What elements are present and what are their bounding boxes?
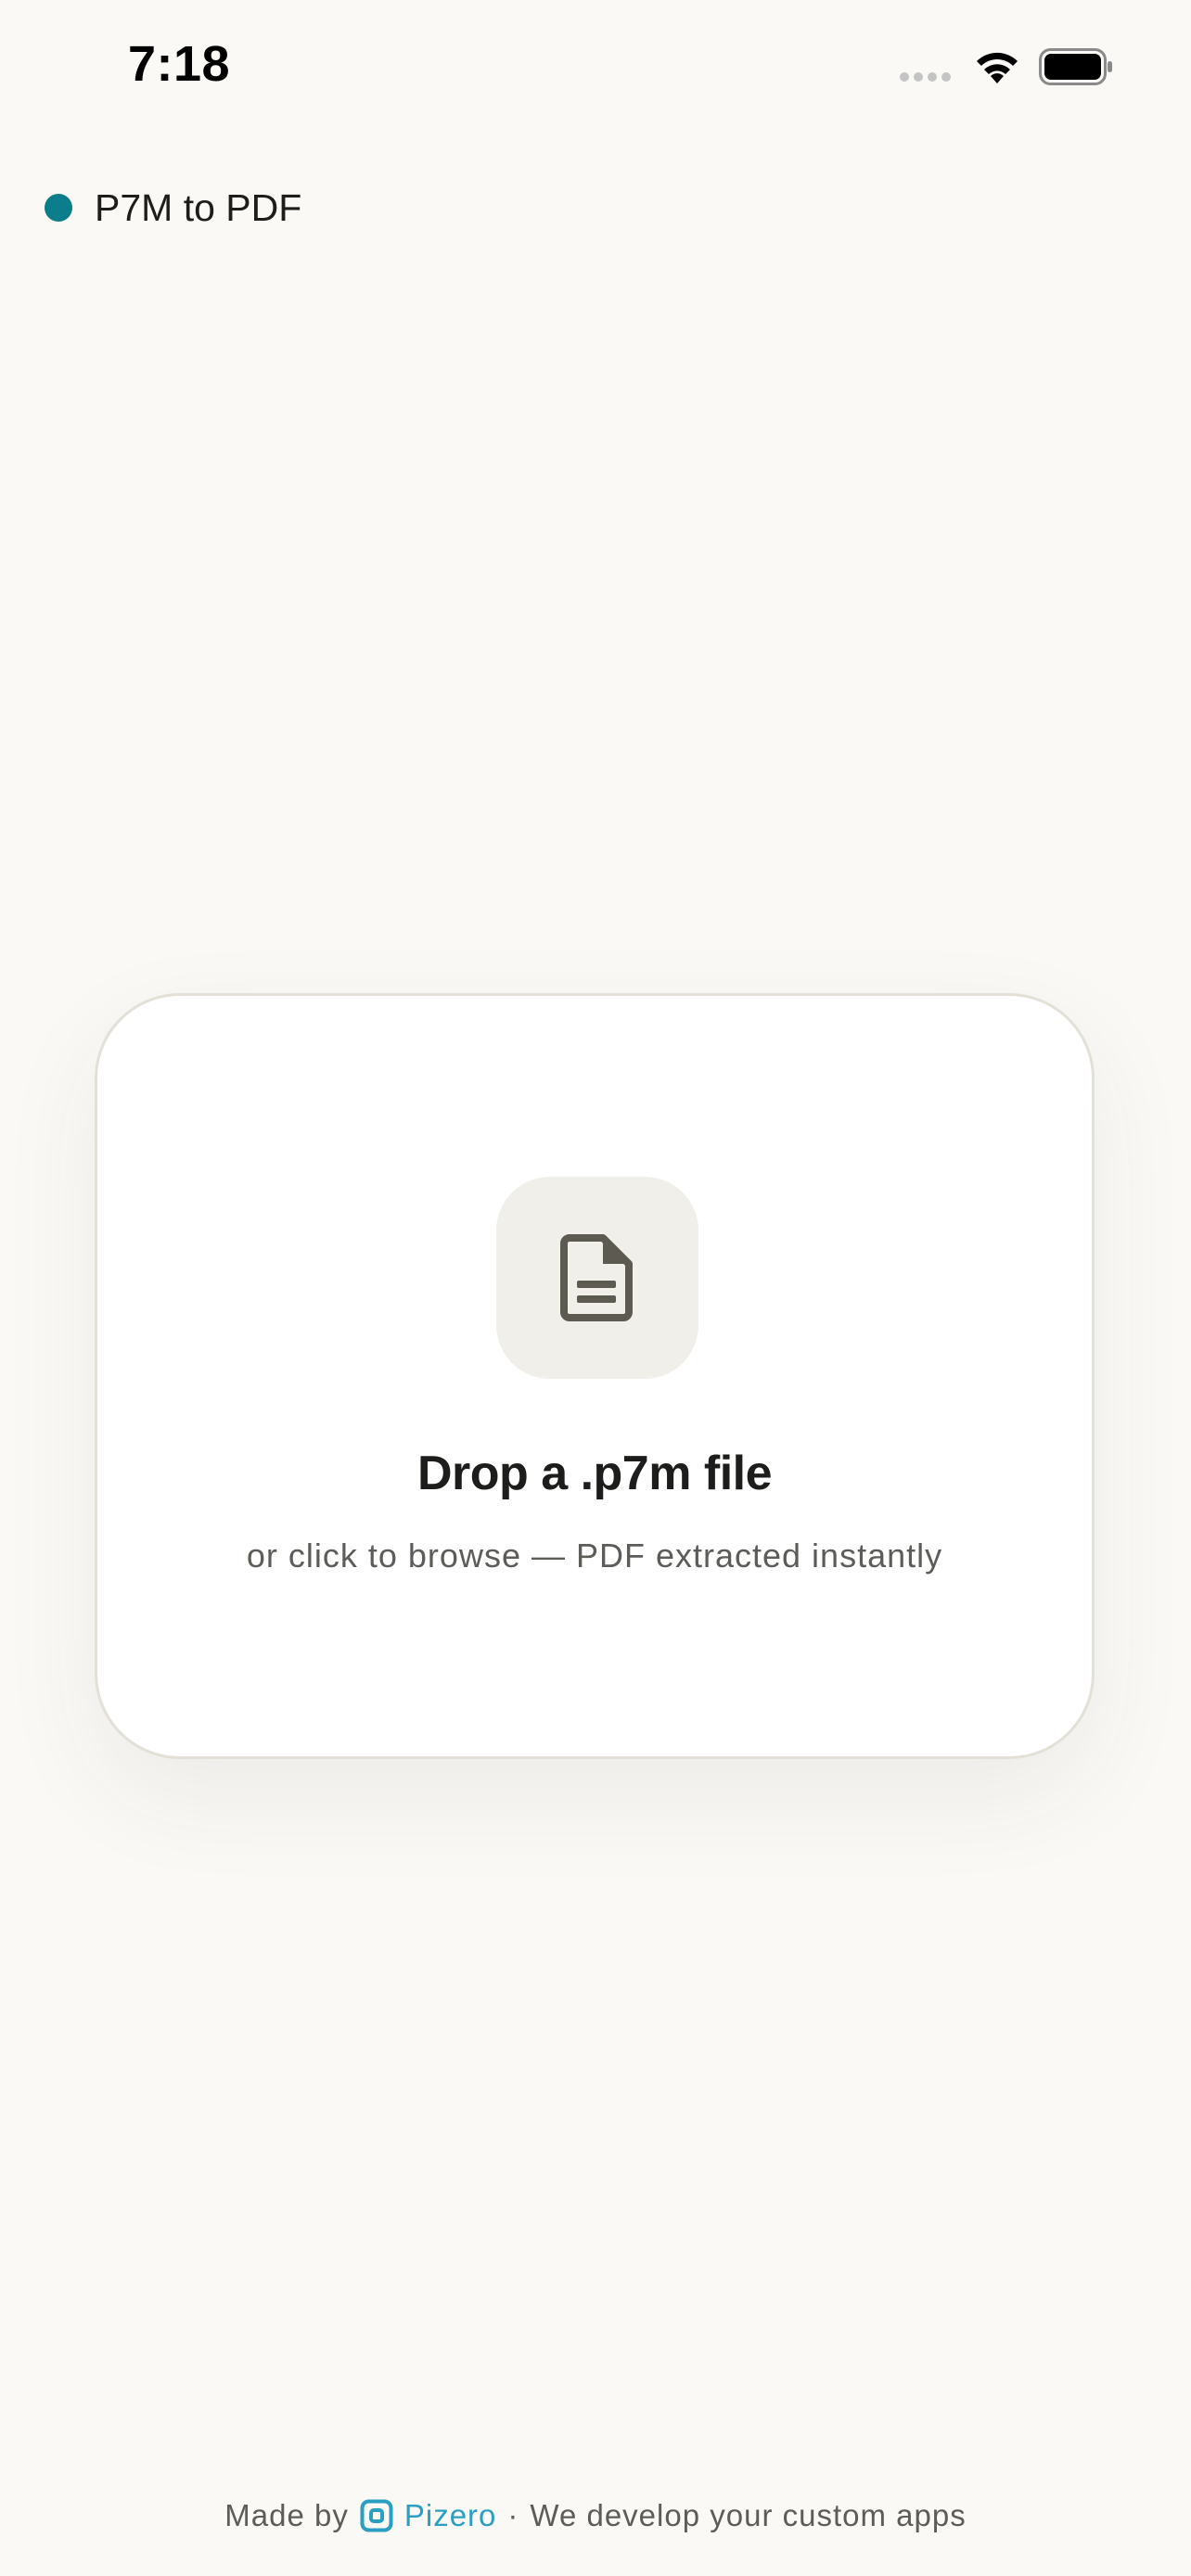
footer-tagline: We develop your custom apps (530, 2498, 967, 2532)
drop-title: Drop a .p7m file (416, 1447, 773, 1500)
app-title: P7M to PDF (95, 185, 302, 229)
footer: Made by Pizero · We develop your custom … (0, 2498, 1191, 2533)
pizero-link-label: Pizero (403, 2498, 497, 2532)
brand-dot-icon (45, 194, 72, 222)
status-bar: 7:18 (0, 0, 1191, 139)
drop-subtitle: or click to browse — PDF extracted insta… (246, 1537, 943, 1575)
status-time: 7:18 (128, 36, 231, 92)
pizero-logo-icon (360, 2499, 393, 2532)
pizero-link[interactable]: Pizero (360, 2498, 497, 2533)
app-header: P7M to PDF (45, 182, 301, 234)
file-drop-zone[interactable]: Drop a .p7m file or click to browse — PD… (95, 993, 1095, 1759)
footer-separator: · (507, 2498, 519, 2532)
signal-dots-icon (900, 72, 951, 82)
file-icon-container (496, 1177, 698, 1379)
document-icon (560, 1234, 633, 1321)
footer-made-by: Made by (224, 2498, 349, 2532)
wifi-icon (977, 52, 1018, 83)
battery-icon (1039, 48, 1112, 85)
